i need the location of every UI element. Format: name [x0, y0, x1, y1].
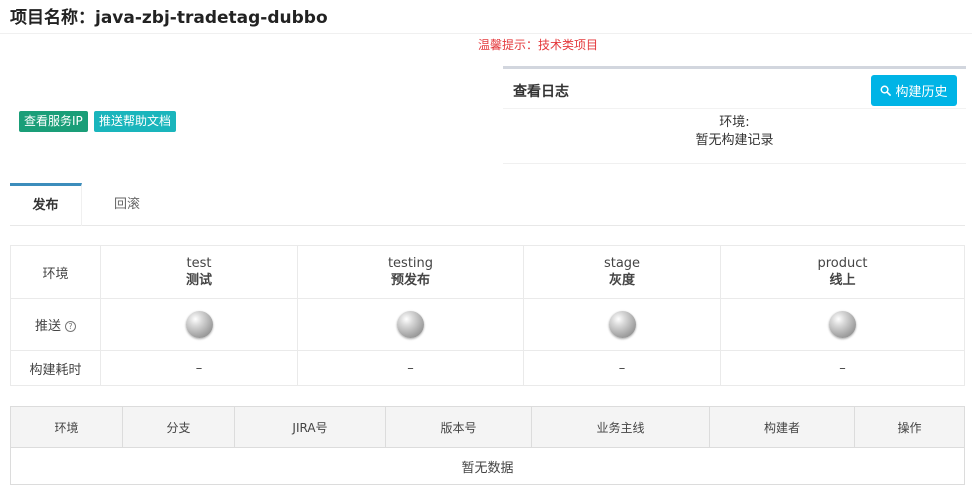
build-time-label: 构建耗时	[10, 350, 101, 386]
question-circle-icon[interactable]: ?	[65, 321, 76, 332]
env-header-row: 环境 test 测试 testing 预发布 stage 灰度 product …	[10, 245, 965, 299]
log-panel-divider	[503, 108, 966, 109]
deploy-tabs: 发布 回滚	[10, 183, 965, 226]
push-row-label-cell: 推送?	[10, 298, 101, 351]
env-product-header: product 线上	[720, 245, 965, 299]
push-cell-product	[720, 298, 965, 351]
env-test-header: test 测试	[100, 245, 298, 299]
env-stage-header: stage 灰度	[523, 245, 721, 299]
env-table: 环境 test 测试 testing 预发布 stage 灰度 product …	[10, 245, 965, 386]
push-status-ball[interactable]	[829, 311, 856, 338]
notice-text: 温馨提示：技术类项目	[478, 38, 599, 52]
column-header: 版本号	[385, 406, 532, 448]
env-sub: 灰度	[608, 273, 635, 288]
build-time-test: –	[100, 350, 298, 386]
push-cell-testing	[297, 298, 524, 351]
tab-rollback[interactable]: 回滚	[92, 183, 162, 226]
search-icon	[881, 85, 892, 96]
column-header: 分支	[122, 406, 235, 448]
table-header-row: 环境 分支 JIRA号 版本号 业务主线 构建者 操作	[10, 406, 965, 448]
env-sub: 预发布	[390, 273, 430, 288]
column-header: 构建者	[709, 406, 855, 448]
push-cell-stage	[523, 298, 721, 351]
build-time-product: –	[720, 350, 965, 386]
log-panel: 查看日志 构建历史 环境: 暂无构建记录	[503, 66, 966, 164]
env-name: product	[817, 256, 868, 271]
column-header: JIRA号	[234, 406, 386, 448]
env-name: test	[186, 256, 212, 271]
view-service-ip-button[interactable]: 查看服务IP	[19, 111, 88, 132]
title-divider	[0, 33, 972, 34]
column-header: 业务主线	[531, 406, 710, 448]
env-sub: 测试	[185, 273, 212, 288]
push-status-ball[interactable]	[608, 311, 636, 338]
env-sub: 线上	[829, 273, 856, 288]
build-history-button[interactable]: 构建历史	[871, 75, 957, 106]
log-panel-title: 查看日志	[513, 84, 569, 100]
build-history-label: 构建历史	[895, 85, 948, 100]
build-records-table: 环境 分支 JIRA号 版本号 业务主线 构建者 操作 暂无数据	[10, 406, 965, 485]
table-row: 暂无数据	[10, 447, 965, 485]
column-header: 操作	[854, 406, 965, 448]
table-empty-text: 暂无数据	[10, 447, 965, 485]
log-env-label: 环境:	[719, 115, 750, 130]
env-testing-header: testing 预发布	[297, 245, 524, 299]
build-time-testing: –	[297, 350, 524, 386]
push-row: 推送?	[10, 298, 965, 351]
push-row-label: 推送	[34, 319, 61, 334]
log-empty-text: 暂无构建记录	[695, 133, 774, 148]
env-name: stage	[603, 256, 641, 271]
build-time-row: 构建耗时 – – – –	[10, 350, 965, 386]
env-row-label: 环境	[10, 245, 101, 299]
page-title: 项目名称：java-zbj-tradetag-dubbo	[10, 8, 328, 28]
env-name: testing	[387, 256, 434, 271]
tab-publish[interactable]: 发布	[10, 183, 82, 226]
push-cell-test	[100, 298, 298, 351]
build-time-stage: –	[523, 350, 721, 386]
push-status-ball[interactable]	[397, 311, 424, 338]
column-header: 环境	[10, 406, 123, 448]
push-help-doc-button[interactable]: 推送帮助文档	[94, 111, 177, 132]
push-status-ball[interactable]	[185, 311, 213, 338]
